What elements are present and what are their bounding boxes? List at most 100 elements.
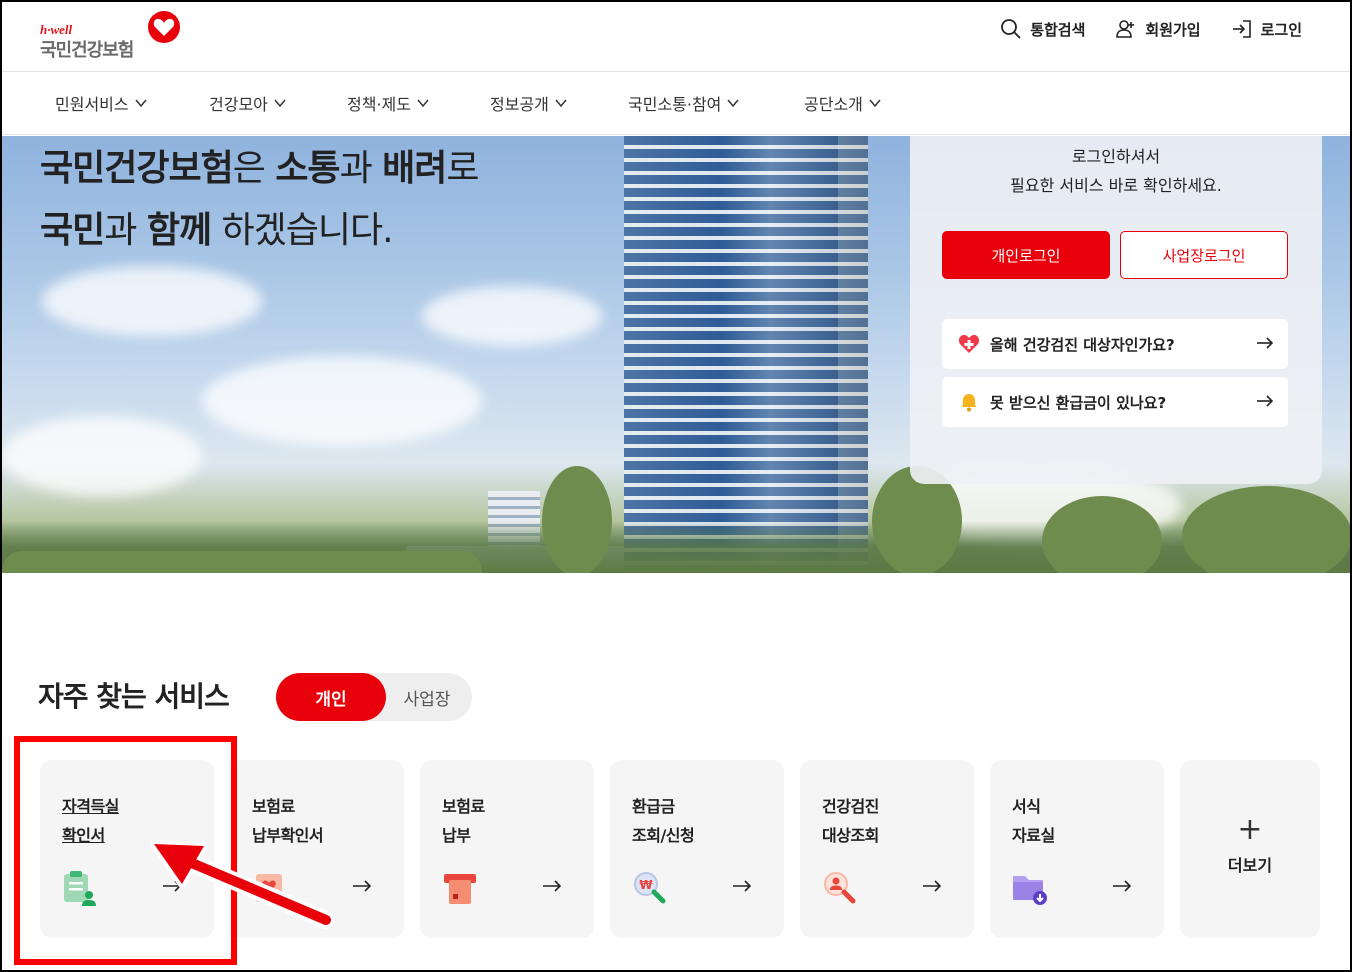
nav-policy[interactable]: 정책·제도 xyxy=(347,91,429,115)
nav-label: 공단소개 xyxy=(804,95,863,114)
card-payment-icon xyxy=(444,874,476,904)
cloud xyxy=(422,286,602,346)
nav-label: 민원서비스 xyxy=(55,95,129,114)
cloud xyxy=(42,266,262,336)
person-search-icon xyxy=(824,872,856,904)
arrow-right-icon xyxy=(1257,395,1274,407)
login-message-line-1: 로그인하셔서 xyxy=(1071,147,1161,166)
chevron-down-icon xyxy=(555,99,567,108)
hero-text-bold: 함께 xyxy=(146,210,212,251)
chevron-down-icon xyxy=(727,99,739,108)
bell-icon xyxy=(962,394,976,412)
nav-about[interactable]: 공단소개 xyxy=(804,91,881,115)
business-login-button[interactable]: 사업장로그인 xyxy=(1120,231,1288,279)
service-card-refund[interactable]: 환급금 조회/신청 ₩ xyxy=(610,760,784,938)
main-navigation: 민원서비스 건강모아 정책·제도 정보공개 국민소통·참여 공단소개 xyxy=(2,73,1350,135)
heart-plus-icon xyxy=(958,334,980,353)
service-card-line1: 건강검진 xyxy=(822,797,879,816)
arrow-right-icon xyxy=(353,880,372,892)
hero-text-bold: 국민건강보험 xyxy=(40,148,234,189)
nav-civil-service[interactable]: 민원서비스 xyxy=(55,91,147,115)
arrow-right-icon xyxy=(923,880,942,892)
nav-label: 정보공개 xyxy=(490,95,549,114)
login-icon xyxy=(1232,20,1251,38)
service-card-more[interactable]: + 더보기 xyxy=(1180,760,1320,938)
service-card-forms[interactable]: 서식 자료실 xyxy=(990,760,1164,938)
site-header: h·well 국민건강보험 통합검색 회원가입 로그인 xyxy=(2,2,1350,72)
logo-name-text: 국민건강보험 xyxy=(40,40,134,61)
hero-line-1: 국민건강보험은 소통과 배려로 xyxy=(40,138,480,200)
tree xyxy=(542,466,612,573)
service-card-line1: 서식 xyxy=(1012,797,1041,816)
login-message: 로그인하셔서 필요한 서비스 바로 확인하세요. xyxy=(910,142,1322,200)
hero-text-bold: 배려 xyxy=(382,148,447,189)
nhis-logo[interactable]: h·well 국민건강보험 xyxy=(40,10,190,62)
hero-line-2: 국민과 함께 하겠습니다. xyxy=(40,200,479,262)
util-join[interactable]: 회원가입 xyxy=(1115,18,1201,40)
arrow-right-icon xyxy=(1257,337,1274,349)
nav-health-moa[interactable]: 건강모아 xyxy=(209,91,286,115)
service-card-line1: 환급금 xyxy=(632,797,675,816)
chevron-down-icon xyxy=(417,99,429,108)
personal-login-button[interactable]: 개인로그인 xyxy=(942,231,1110,279)
hero-banner: 국민건강보험은 소통과 배려로 국민과 함께 하겠습니다. 로그인하셔서 필요한… xyxy=(2,136,1350,573)
svg-text:₩: ₩ xyxy=(639,878,653,892)
chevron-down-icon xyxy=(274,99,286,108)
service-card-line2: 대상조회 xyxy=(822,826,879,845)
folder-download-icon xyxy=(1013,876,1047,905)
service-card-line1: 보험료 xyxy=(252,797,295,816)
quick-link-checkup[interactable]: 올해 건강검진 대상자인가요? xyxy=(942,319,1288,369)
plus-icon: + xyxy=(1237,812,1263,847)
nav-disclosure[interactable]: 정보공개 xyxy=(490,91,567,115)
service-card-label: 환급금 조회/신청 xyxy=(632,792,695,850)
util-search-label: 통합검색 xyxy=(1030,20,1086,39)
nav-label: 정책·제도 xyxy=(347,95,411,114)
service-card-checkup-target[interactable]: 건강검진 대상조회 xyxy=(800,760,974,938)
login-message-line-2: 필요한 서비스 바로 확인하세요. xyxy=(1010,176,1222,195)
service-card-line1: 보험료 xyxy=(442,797,485,816)
util-login[interactable]: 로그인 xyxy=(1231,18,1302,40)
service-card-line2: 조회/신청 xyxy=(632,826,695,845)
won-search-icon: ₩ xyxy=(634,872,666,904)
chevron-down-icon xyxy=(869,99,881,108)
hero-text: 과 xyxy=(339,148,383,189)
service-card-line2: 자료실 xyxy=(1012,826,1055,845)
utility-menu: 통합검색 회원가입 로그인 xyxy=(1000,18,1302,40)
quick-link-label: 올해 건강검진 대상자인가요? xyxy=(990,335,1175,354)
more-label: 더보기 xyxy=(1227,856,1273,875)
hero-text-bold: 국민 xyxy=(40,210,105,251)
arrow-right-icon xyxy=(1113,880,1132,892)
cloud xyxy=(202,356,482,446)
tab-personal[interactable]: 개인 xyxy=(276,673,386,721)
search-icon xyxy=(1001,19,1021,39)
chevron-down-icon xyxy=(135,99,147,108)
cloud xyxy=(2,416,202,496)
service-card-label: 건강검진 대상조회 xyxy=(822,792,879,850)
util-search[interactable]: 통합검색 xyxy=(1000,18,1085,40)
hero-text: 로 xyxy=(446,148,479,189)
quick-link-refund[interactable]: 못 받으신 환급금이 있나요? xyxy=(942,377,1288,427)
hero-text: 은 xyxy=(232,148,276,189)
util-login-label: 로그인 xyxy=(1260,20,1302,39)
service-card-premium-payment[interactable]: 보험료 납부 xyxy=(420,760,594,938)
quick-link-label: 못 받으신 환급금이 있나요? xyxy=(990,393,1167,412)
tree xyxy=(1182,486,1350,573)
tree xyxy=(2,551,482,573)
frequent-services-title: 자주 찾는 서비스 xyxy=(38,680,230,713)
user-add-icon xyxy=(1116,20,1135,38)
service-type-toggle: 개인 사업장 xyxy=(276,673,472,721)
util-join-label: 회원가입 xyxy=(1145,20,1201,39)
hero-text: 과 xyxy=(104,210,147,251)
service-card-label: 보험료 납부 xyxy=(442,792,485,850)
tab-business[interactable]: 사업장 xyxy=(386,673,468,721)
hero-headline: 국민건강보험은 소통과 배려로 국민과 함께 하겠습니다. xyxy=(40,138,480,262)
nav-participation[interactable]: 국민소통·참여 xyxy=(628,91,739,115)
service-card-label: 서식 자료실 xyxy=(1012,792,1055,850)
hero-text: 하겠습니다. xyxy=(211,210,394,251)
nav-label: 건강모아 xyxy=(209,95,268,114)
annotation-arrow-icon xyxy=(150,840,335,929)
arrow-right-icon xyxy=(733,880,752,892)
arrow-right-icon xyxy=(543,880,562,892)
service-card-line2: 납부 xyxy=(442,826,471,845)
hero-text-bold: 소통 xyxy=(275,148,340,189)
